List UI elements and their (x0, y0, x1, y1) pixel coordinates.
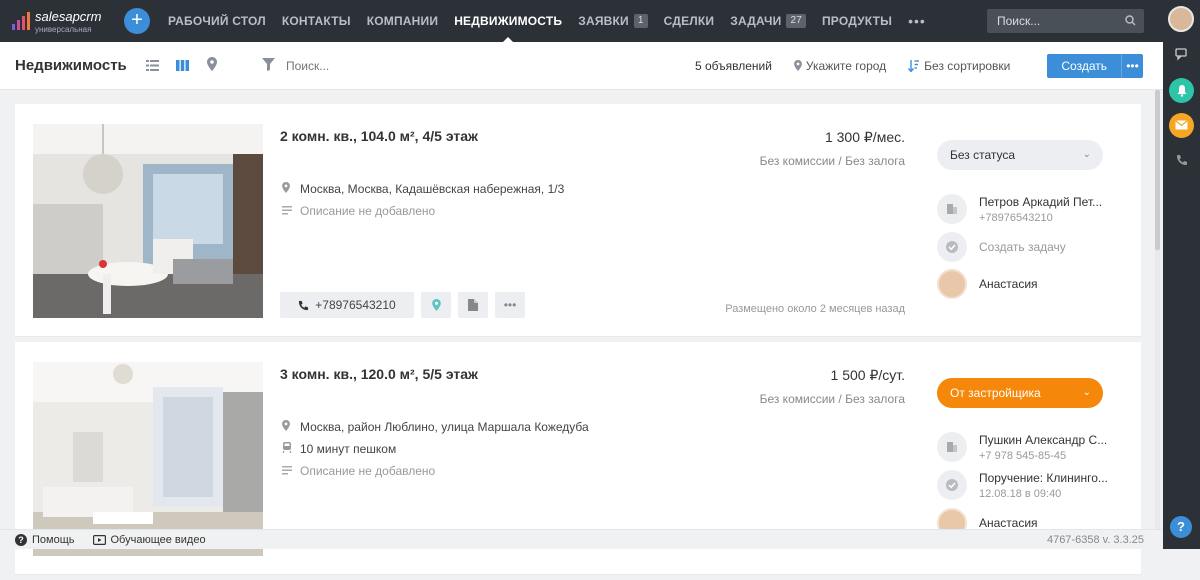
contact-name: Петров Аркадий Пет... (979, 195, 1103, 209)
create-button[interactable]: Создать (1047, 54, 1121, 78)
scrollbar-thumb[interactable] (1155, 90, 1160, 250)
description-icon (282, 464, 300, 478)
status-dropdown[interactable]: От застройщика ⌄ (937, 378, 1103, 408)
company-icon (937, 194, 967, 224)
nav-item-contacts[interactable]: КОНТАКТЫ (274, 0, 359, 42)
listing-address: Москва, Москва, Кадашёвская набережная, … (282, 182, 564, 196)
contact-row[interactable]: Пушкин Александр С... +7 978 545-85-45 (937, 432, 1107, 464)
tasks-badge: 27 (786, 14, 806, 28)
quick-add-button[interactable]: + (124, 8, 150, 34)
document-button[interactable] (458, 292, 488, 318)
sort-selector[interactable]: Без сортировки (908, 59, 1010, 73)
search-icon (1125, 9, 1136, 34)
listing-title[interactable]: 3 комн. кв., 120.0 м², 5/5 этаж (280, 366, 478, 382)
phone-icon[interactable] (1169, 148, 1194, 173)
location-pin-icon (282, 420, 300, 434)
contact-phone: +78976543210 (979, 212, 1053, 224)
contact-row[interactable]: Петров Аркадий Пет... +78976543210 (937, 194, 1102, 226)
check-icon (937, 470, 967, 500)
listing-description: Описание не добавлено (282, 464, 435, 478)
create-more-button[interactable]: ••• (1121, 54, 1143, 78)
nav-item-companies[interactable]: КОМПАНИИ (359, 0, 446, 42)
contact-phone: +7 978 545-85-45 (979, 450, 1067, 462)
user-avatar[interactable] (1168, 6, 1194, 32)
logo-bars-icon (12, 12, 30, 30)
agent-avatar (937, 269, 967, 299)
bell-icon[interactable] (1169, 78, 1194, 103)
map-pin-icon (431, 299, 441, 311)
listings-list: 2 комн. кв., 104.0 м², 4/5 этаж 1 300 ₽/… (15, 104, 1141, 580)
status-dropdown[interactable]: Без статуса ⌄ (937, 140, 1103, 170)
metro-train-icon (282, 442, 300, 456)
nav-item-tasks[interactable]: ЗАДАЧИ 27 (722, 0, 814, 42)
task-date: 12.08.18 в 09:40 (979, 488, 1062, 500)
sort-icon (908, 60, 920, 73)
location-pin-icon (282, 182, 300, 196)
listing-transport: 10 минут пешком (282, 442, 396, 456)
more-actions-button[interactable]: ••• (495, 292, 525, 318)
phone-icon (299, 300, 309, 310)
listings-count: 5 объявлений (694, 59, 772, 73)
mail-icon[interactable] (1169, 113, 1194, 138)
chevron-down-icon: ⌄ (1082, 149, 1091, 160)
document-icon (468, 299, 478, 311)
card-view-icon[interactable] (167, 58, 197, 74)
chat-icon[interactable] (1169, 42, 1194, 67)
listing-photo[interactable] (33, 124, 263, 318)
show-on-map-button[interactable] (421, 292, 451, 318)
listing-address: Москва, район Люблино, улица Маршала Кож… (282, 420, 589, 434)
nav-item-desktop[interactable]: РАБОЧИЙ СТОЛ (160, 0, 274, 42)
more-icon: ••• (503, 298, 517, 312)
support-chat-button[interactable]: ? (1170, 516, 1192, 538)
create-task-link[interactable]: Создать задачу (979, 239, 1066, 255)
filter-icon[interactable] (262, 57, 286, 74)
company-icon (937, 432, 967, 462)
task-title: Поручение: Клининго... (979, 471, 1108, 485)
agent-name: Анастасия (979, 277, 1038, 291)
task-row[interactable]: Поручение: Клининго... 12.08.18 в 09:40 (937, 470, 1108, 502)
listing-price: 1 500 ₽/сут. (830, 367, 905, 383)
page-toolbar: Недвижимость 5 объявлений Укажите город … (0, 42, 1163, 90)
right-rail (1163, 0, 1200, 549)
video-icon (92, 534, 106, 545)
description-icon (282, 204, 300, 218)
city-selector[interactable]: Укажите город (793, 59, 886, 73)
create-task-row[interactable]: Создать задачу (937, 232, 1066, 262)
requests-badge: 1 (633, 14, 648, 28)
scrollbar[interactable] (1155, 90, 1160, 529)
listing-card: 2 комн. кв., 104.0 м², 4/5 этаж 1 300 ₽/… (15, 104, 1141, 336)
chevron-down-icon: ⌄ (1082, 387, 1091, 398)
agent-row: Анастасия (937, 269, 1038, 299)
listing-search-input[interactable] (286, 58, 566, 73)
main-nav: РАБОЧИЙ СТОЛ КОНТАКТЫ КОМПАНИИ НЕДВИЖИМО… (160, 0, 934, 42)
nav-item-deals[interactable]: СДЕЛКИ (656, 0, 723, 42)
nav-item-products[interactable]: ПРОДУКТЫ (814, 0, 900, 42)
top-search-input[interactable]: Поиск... (987, 9, 1144, 33)
call-phone-button[interactable]: +78976543210 (280, 292, 414, 318)
tutorial-video-link[interactable]: Обучающее видео (92, 534, 206, 546)
listing-posted: Размещено около 2 месяцев назад (725, 303, 905, 315)
nav-item-realty[interactable]: НЕДВИЖИМОСТЬ (446, 0, 570, 42)
listing-description: Описание не добавлено (282, 204, 435, 218)
listing-photo[interactable] (33, 362, 263, 556)
listing-commission: Без комиссии / Без залога (759, 154, 905, 168)
top-navbar: salesapcrm универсальная + РАБОЧИЙ СТОЛ … (0, 0, 1163, 42)
listing-price: 1 300 ₽/мес. (824, 129, 905, 145)
listing-title[interactable]: 2 комн. кв., 104.0 м², 4/5 этаж (280, 128, 478, 144)
contact-name: Пушкин Александр С... (979, 433, 1108, 447)
page-title: Недвижимость (15, 57, 127, 74)
help-link[interactable]: ? Помощь (15, 533, 75, 546)
help-icon: ? (15, 533, 27, 546)
listing-commission: Без комиссии / Без залога (759, 392, 905, 406)
app-logo[interactable]: salesapcrm универсальная (12, 9, 124, 34)
map-view-icon[interactable] (197, 57, 227, 74)
list-view-icon[interactable] (137, 58, 167, 74)
app-version: 4767-6358 v. 3.3.25 (1046, 533, 1144, 546)
nav-item-requests[interactable]: ЗАЯВКИ 1 (570, 0, 655, 42)
logo-name: salesapcrm (35, 8, 102, 24)
check-icon (937, 232, 967, 262)
logo-subtitle: универсальная (35, 24, 92, 34)
more-nav-icon[interactable]: ••• (900, 13, 934, 29)
footer-bar: ? Помощь Обучающее видео 4767-6358 v. 3.… (0, 529, 1163, 549)
